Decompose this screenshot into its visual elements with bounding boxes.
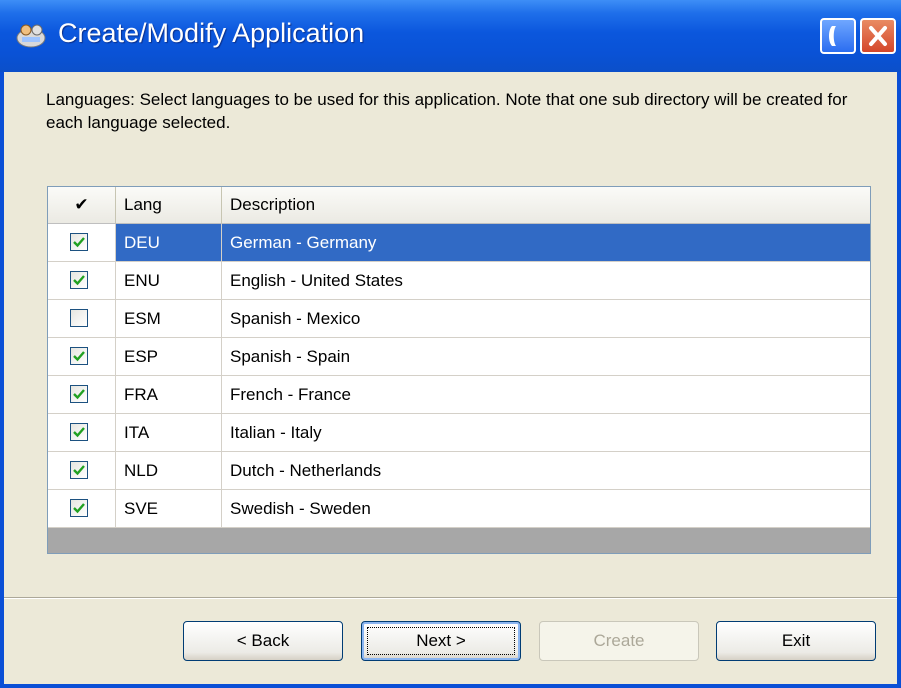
row-checkbox-cell[interactable] [48, 262, 116, 299]
description-cell: Italian - Italy [222, 414, 870, 451]
lang-code: DEU [124, 233, 160, 252]
table-row[interactable]: ITA Italian - Italy [48, 414, 870, 452]
checkmark-icon [73, 465, 85, 476]
checkbox[interactable] [70, 233, 88, 251]
row-checkbox-cell[interactable] [48, 490, 116, 527]
description-cell: Spanish - Spain [222, 338, 870, 375]
lang-cell: SVE [116, 490, 222, 527]
lang-description: German - Germany [230, 233, 377, 252]
lang-cell: ENU [116, 262, 222, 299]
app-logo-icon [14, 20, 48, 50]
checkmark-icon [73, 237, 85, 248]
description-cell: English - United States [222, 262, 870, 299]
lang-cell: ESM [116, 300, 222, 337]
lang-cell: DEU [116, 224, 222, 261]
focus-rect [367, 627, 515, 655]
lang-description: Italian - Italy [230, 423, 322, 442]
grid-header: ✔ Lang Description [48, 187, 870, 224]
column-header-lang[interactable]: Lang [116, 187, 222, 223]
lang-description: Spanish - Spain [230, 347, 351, 366]
lang-description: English - United States [230, 271, 403, 290]
row-checkbox-cell[interactable] [48, 300, 116, 337]
checkmark-icon [73, 503, 85, 514]
table-row[interactable]: ENU English - United States [48, 262, 870, 300]
checkbox[interactable] [70, 347, 88, 365]
table-row[interactable]: NLD Dutch - Netherlands [48, 452, 870, 490]
checkbox[interactable] [70, 271, 88, 289]
description-cell: German - Germany [222, 224, 870, 261]
row-checkbox-cell[interactable] [48, 414, 116, 451]
column-header-description[interactable]: Description [222, 187, 870, 223]
create-button[interactable]: Create [539, 621, 699, 661]
lang-code: FRA [124, 385, 158, 404]
checkmark-icon [73, 427, 85, 438]
table-row[interactable]: DEU German - Germany [48, 224, 870, 262]
close-button[interactable] [860, 18, 896, 54]
table-row[interactable]: SVE Swedish - Sweden [48, 490, 870, 528]
checkbox[interactable] [70, 309, 88, 327]
lang-code: SVE [124, 499, 159, 518]
back-button[interactable]: < Back [183, 621, 343, 661]
checkmark-icon [73, 389, 85, 400]
checkbox[interactable] [70, 499, 88, 517]
lang-cell: FRA [116, 376, 222, 413]
column-header-check[interactable]: ✔ [48, 187, 116, 223]
lang-code: ITA [124, 423, 150, 442]
minimize-button[interactable] [820, 18, 856, 54]
grid-rows: DEU German - Germany ENU English - Unite… [48, 224, 870, 528]
lang-cell: NLD [116, 452, 222, 489]
checkbox[interactable] [70, 461, 88, 479]
checkbox[interactable] [70, 385, 88, 403]
title-bar[interactable]: Create/Modify Application [0, 0, 901, 72]
table-row[interactable]: ESP Spanish - Spain [48, 338, 870, 376]
row-checkbox-cell[interactable] [48, 338, 116, 375]
next-button[interactable]: Next > [361, 621, 521, 661]
lang-code: ESP [124, 347, 159, 366]
description-cell: Dutch - Netherlands [222, 452, 870, 489]
lang-cell: ITA [116, 414, 222, 451]
description-cell: Swedish - Sweden [222, 490, 870, 527]
table-row[interactable]: FRA French - France [48, 376, 870, 414]
description-cell: Spanish - Mexico [222, 300, 870, 337]
row-checkbox-cell[interactable] [48, 224, 116, 261]
lang-description: French - France [230, 385, 351, 404]
lang-description: Swedish - Sweden [230, 499, 371, 518]
checkmark-icon [73, 351, 85, 362]
lang-code: NLD [124, 461, 159, 480]
window-title: Create/Modify Application [58, 18, 365, 48]
lang-code: ESM [124, 309, 161, 328]
instructions-text: Languages: Select languages to be used f… [46, 90, 848, 132]
lang-cell: ESP [116, 338, 222, 375]
table-row[interactable]: ESM Spanish - Mexico [48, 300, 870, 338]
divider [4, 597, 897, 599]
exit-button[interactable]: Exit [716, 621, 876, 661]
row-checkbox-cell[interactable] [48, 376, 116, 413]
lang-code: ENU [124, 271, 160, 290]
lang-description: Spanish - Mexico [230, 309, 361, 328]
close-icon [869, 26, 887, 46]
checkmark-icon [73, 275, 85, 286]
description-cell: French - France [222, 376, 870, 413]
languages-grid[interactable]: ✔ Lang Description DEU German - Germany … [47, 186, 871, 554]
dialog-window: Create/Modify Application Languages: Sel… [0, 0, 901, 688]
minimize-icon [829, 26, 836, 46]
lang-description: Dutch - Netherlands [230, 461, 382, 480]
checkbox[interactable] [70, 423, 88, 441]
row-checkbox-cell[interactable] [48, 452, 116, 489]
